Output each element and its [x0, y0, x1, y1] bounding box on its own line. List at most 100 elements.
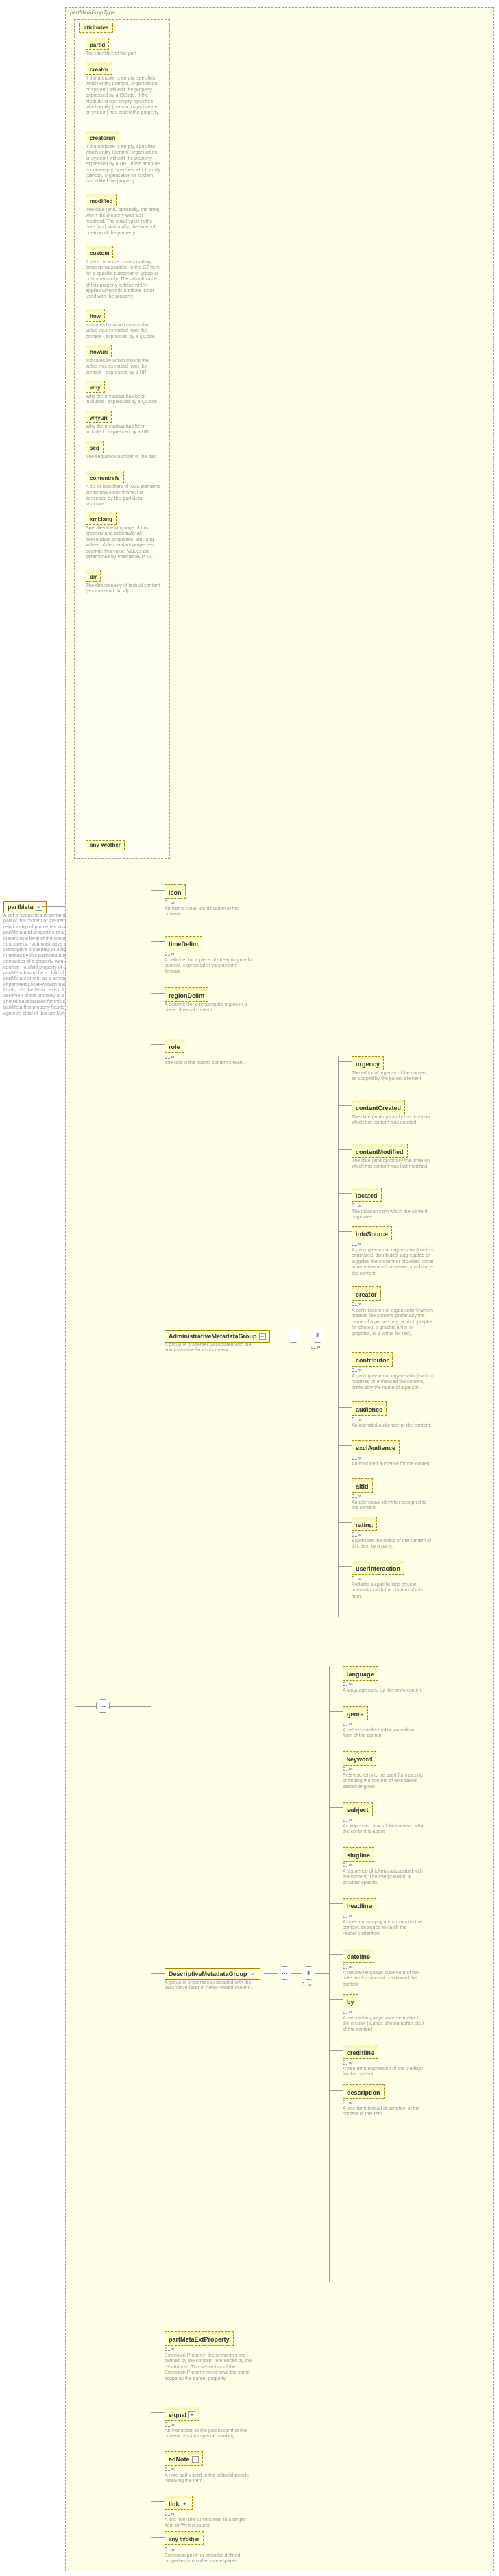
- connector: [151, 1973, 165, 1974]
- element-headline: headline: [343, 1898, 376, 1912]
- connector: [110, 1706, 151, 1707]
- connector: [329, 1711, 343, 1712]
- cardinality: 0..∞: [311, 1344, 321, 1350]
- attr-partid: partid: [86, 38, 109, 50]
- hatch-decoration: [343, 1707, 367, 1709]
- element-desc: A link from the current Item to a target…: [165, 2518, 254, 2529]
- hatch-decoration: [86, 381, 104, 383]
- connector: [329, 1999, 343, 2000]
- attr-creator: creator: [86, 62, 112, 75]
- connector: [338, 1407, 352, 1408]
- hatch-decoration: [165, 1039, 184, 1042]
- cardinality: 0..∞: [352, 1417, 362, 1423]
- cardinality: 0..∞: [343, 1766, 353, 1772]
- type-name: partMetaPropType: [70, 10, 115, 16]
- element-desc: A sequence of tokens associated with the…: [343, 1869, 425, 1886]
- hatch-decoration: [165, 2452, 202, 2455]
- connector: [338, 1445, 352, 1446]
- connector: [338, 1056, 339, 1617]
- element-desc: Expresses the rating of the content of t…: [352, 1539, 434, 1550]
- element-icon: icon: [165, 884, 186, 899]
- element-exclAudience: exclAudience: [352, 1440, 400, 1454]
- element-language: language: [343, 1666, 378, 1681]
- connector: [329, 1666, 330, 2282]
- element-desc: An alternative identifier assigned to th…: [352, 1500, 434, 1512]
- attr-seq: seq: [86, 441, 104, 453]
- hatch-decoration: [86, 471, 123, 474]
- connector: [329, 2090, 343, 2091]
- sequence-icon: ⋯: [96, 1699, 110, 1713]
- cardinality: 0..∞: [343, 2060, 353, 2066]
- attr-desc: Indicates by which means the value was e…: [86, 323, 161, 340]
- cardinality: 0..∞: [343, 1721, 353, 1727]
- hatch-decoration: [343, 1899, 376, 1901]
- cardinality: 0..∞: [165, 900, 175, 906]
- connector: [338, 1061, 352, 1062]
- connector: [315, 1973, 329, 1974]
- hatch-decoration: [352, 1479, 372, 1482]
- attr-howuri: howuri: [86, 345, 112, 357]
- element-dateline: dateline: [343, 1949, 374, 1963]
- hatch-decoration: [352, 1561, 404, 1564]
- hatch-decoration: [352, 1100, 404, 1103]
- cardinality: 0..∞: [165, 2466, 175, 2472]
- element-desc: The location from which the content orig…: [352, 1209, 434, 1221]
- collapse-icon[interactable]: −: [250, 1971, 256, 1977]
- sequence-icon: ⋯: [278, 1966, 291, 1980]
- connector: [329, 1903, 343, 1904]
- cardinality: 0..∞: [352, 1576, 362, 1582]
- element-located: located: [352, 1188, 382, 1202]
- collapse-icon[interactable]: −: [259, 1333, 266, 1340]
- element-link: link+: [165, 2496, 193, 2510]
- collapse-icon[interactable]: −: [36, 904, 42, 911]
- connector: [151, 2501, 165, 2502]
- attr-contentrefs: contentrefs: [86, 471, 124, 483]
- cardinality: 0..∞: [165, 2511, 175, 2517]
- hatch-decoration: [352, 1188, 381, 1191]
- element-extprop: partMetaExtProperty: [165, 2331, 234, 2346]
- collapse-icon[interactable]: +: [182, 2501, 188, 2507]
- element-regionDelim: regionDelim: [165, 987, 208, 1002]
- hatch-decoration: [343, 1995, 358, 1997]
- connector: [291, 1973, 302, 1974]
- hatch-decoration: [86, 309, 104, 312]
- collapse-icon[interactable]: +: [188, 2411, 195, 2418]
- group-desc: A group of properties associated with th…: [165, 1343, 274, 1354]
- attr-desc: If the attribute is empty, specifies whi…: [86, 76, 161, 117]
- element-desc: An iconic visual identification of the c…: [165, 906, 254, 918]
- element-desc: An instruction to the processor that the…: [165, 2429, 254, 2440]
- element-infoSource: infoSource: [352, 1226, 392, 1240]
- cardinality: 0..∞: [352, 1301, 362, 1308]
- cardinality: 0..∞: [352, 1493, 362, 1500]
- hatch-decoration: [86, 246, 112, 249]
- cardinality: 0..∞: [343, 1681, 353, 1687]
- hatch-decoration: [86, 131, 119, 134]
- element-partMeta: partMeta−: [3, 901, 47, 913]
- element-creditline: creditline: [343, 2045, 378, 2059]
- group-desc-text: A group of properties associated with th…: [165, 1980, 274, 1992]
- hatch-decoration: [343, 1667, 378, 1670]
- cardinality: 0..∞: [165, 2422, 175, 2428]
- hatch-decoration: [352, 1402, 386, 1405]
- attr-desc: The directionality of textual content (e…: [86, 583, 161, 595]
- element-desc: A natural-language statement of the date…: [343, 1971, 425, 1988]
- element-desc: A party (person or organisation) which o…: [352, 1248, 434, 1277]
- attr-desc: A list of identifiers of XML elements co…: [86, 485, 161, 508]
- cardinality: 0..∞: [343, 1964, 353, 1970]
- connector: [151, 1044, 165, 1045]
- cardinality: 0..∞: [343, 1817, 353, 1823]
- element-signal: signal+: [165, 2407, 199, 2421]
- element-desc: A note addressed to the editorial people…: [165, 2473, 254, 2485]
- hatch-decoration: [343, 1803, 372, 1805]
- element-contentModified: contentModified: [352, 1144, 408, 1158]
- attr-custom: custom: [86, 246, 113, 258]
- attr-desc: The sequence number of the part: [86, 455, 157, 460]
- hatch-decoration: [165, 2532, 203, 2535]
- collapse-icon[interactable]: +: [192, 2456, 199, 2463]
- hatch-decoration: [86, 62, 112, 65]
- attr-whyuri: whyuri: [86, 411, 112, 423]
- attr-desc: Specifies the language of this property …: [86, 526, 161, 560]
- element-label: partMeta: [8, 904, 34, 911]
- connector: [329, 2050, 343, 2051]
- hatch-decoration: [352, 1227, 391, 1229]
